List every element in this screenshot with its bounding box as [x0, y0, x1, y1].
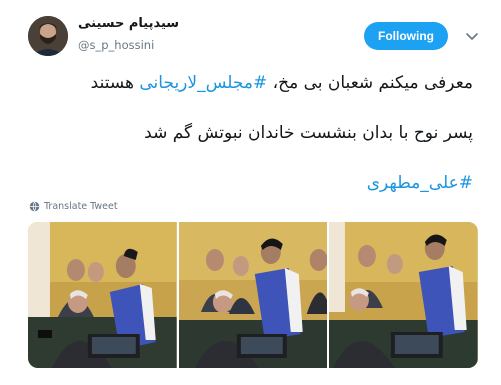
tweet-text-segment: معرفی میکنم شعبان بی مخ،	[267, 73, 473, 93]
chevron-down-icon[interactable]	[462, 26, 482, 46]
photo-3-image	[329, 222, 478, 368]
translate-tweet-link[interactable]: Translate Tweet	[29, 201, 118, 212]
tweet-text-line-1: معرفی میکنم شعبان بی مخ، #مجلس_لاریجانی …	[91, 72, 473, 94]
hashtag-majlis-larijani[interactable]: #مجلس_لاریجانی	[139, 73, 267, 93]
globe-icon	[29, 201, 40, 212]
author-display-name[interactable]: سیدپیام حسینی	[78, 16, 179, 31]
photo-3[interactable]	[329, 222, 478, 368]
author-handle[interactable]: @s_p_hossini	[78, 38, 154, 52]
translate-tweet-label: Translate Tweet	[44, 201, 118, 212]
tweet-header: سیدپیام حسینی @s_p_hossini Following	[0, 0, 501, 62]
tweet-text-line-2: پسر نوح با بدان بنشست خاندان نبوتش گم شد	[144, 123, 473, 143]
photo-1[interactable]	[28, 222, 177, 368]
photo-2-image	[178, 222, 328, 368]
avatar[interactable]	[28, 16, 68, 56]
photo-1-image	[28, 222, 177, 368]
hashtag-ali-motahari[interactable]: #علی_مطهری	[367, 173, 473, 193]
following-button[interactable]: Following	[364, 22, 448, 50]
avatar-image	[28, 16, 68, 56]
tweet-text-segment: هستند	[90, 73, 140, 93]
photo-grid	[28, 222, 478, 368]
photo-2[interactable]	[178, 222, 328, 368]
tweet-text-line-3: #علی_مطهری	[367, 172, 473, 194]
